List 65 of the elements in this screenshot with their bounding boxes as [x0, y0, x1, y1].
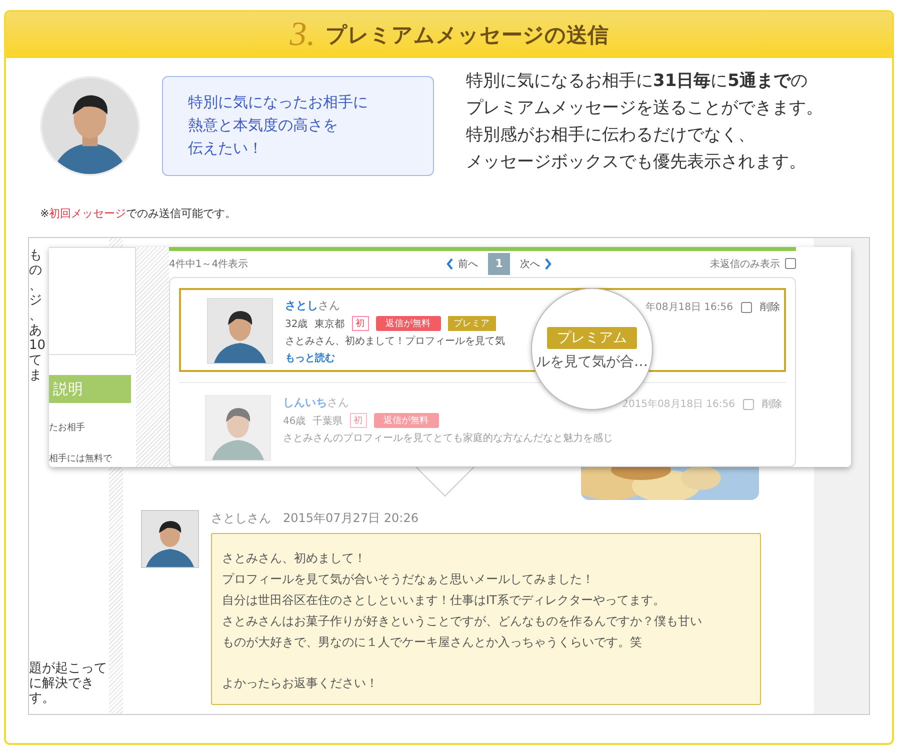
- page-text: も: [29, 248, 43, 263]
- delete-link[interactable]: 削除: [760, 300, 780, 314]
- description-text: 特別に気になるお相手に31日毎に5通までの: [466, 70, 809, 93]
- message-time: 2015年07月27日 20:26: [283, 510, 418, 527]
- row-checkbox[interactable]: [743, 398, 754, 410]
- page-number[interactable]: 1: [488, 252, 510, 275]
- chevron-left-icon: [446, 258, 454, 270]
- area-text: 千葉県: [312, 414, 343, 428]
- age-text: 46歳: [283, 414, 306, 428]
- page-text: 、: [29, 278, 43, 293]
- member-name[interactable]: しんいち: [283, 396, 327, 409]
- premium-tag: プレミアム: [547, 327, 637, 349]
- sidebar-text: たお相手: [49, 422, 86, 434]
- section-title: プレミアムメッセージの送信: [325, 22, 608, 49]
- first-tag: 初: [352, 316, 369, 331]
- message-text: ものが大好きで、男なのに１人でケーキ屋さんとか入っちゃうくらいです。笑: [222, 634, 643, 651]
- message-text: さとみさんはお菓子作りが好きということですが、どんなものを作るんですか？僕も甘い: [222, 613, 703, 630]
- page-text: て: [29, 353, 43, 368]
- filter-label: 未返信のみ表示: [710, 258, 780, 271]
- bubble-text: 伝えたい！: [188, 138, 264, 159]
- page-text: ジ: [29, 293, 43, 308]
- free-reply-tag: 返信が無料: [374, 413, 439, 428]
- prev-link[interactable]: 前へ: [446, 256, 478, 271]
- filter-checkbox[interactable]: [785, 258, 796, 270]
- message-preview: さとみさんのプロフィールを見てとても家庭的な方なんだなと魅力を感じ: [283, 432, 613, 445]
- bubble-text: 特別に気になったお相手に: [188, 92, 369, 113]
- message-text: よかったらお返事ください！: [222, 675, 379, 692]
- description-text: メッセージボックスでも優先表示されます。: [466, 151, 807, 174]
- honorific-text: さん: [318, 299, 340, 312]
- message-date: 2015年08月18日 16:56: [622, 398, 735, 411]
- age-text: 32歳: [285, 318, 308, 330]
- magnified-text: ルを見て気が合…: [536, 353, 648, 371]
- premium-tag: プレミア: [448, 316, 496, 331]
- message-text: さとみさん、初めまして！: [222, 550, 367, 567]
- free-reply-tag: 返信が無料: [376, 316, 441, 331]
- page-text: 、: [29, 308, 43, 323]
- page-text: 10: [29, 338, 47, 353]
- row-checkbox[interactable]: [741, 302, 752, 312]
- message-text: 自分は世田谷区在住のさとしといいます！仕事はIT系でディレクターやってます。: [222, 592, 666, 609]
- read-more-link[interactable]: もっと読む: [285, 351, 335, 365]
- next-link[interactable]: 次へ: [520, 256, 552, 271]
- honorific-text: さん: [327, 396, 349, 409]
- message-text: プロフィールを見て気が合いそうだなぁと思いメールしてみました！: [222, 571, 595, 588]
- result-count: 4件中1～4件表示: [169, 258, 248, 271]
- message-preview: さとみさん、初めまして！プロフィールを見て気: [285, 334, 505, 348]
- page-text: の: [29, 263, 43, 278]
- description-text: 特別感がお相手に伝わるだけでなく、: [466, 124, 756, 147]
- sidebar-text: 相手には無料で: [49, 452, 113, 465]
- delete-link[interactable]: 削除: [762, 397, 782, 411]
- sidebar-heading: 説明: [49, 375, 131, 403]
- page-text: あ: [29, 323, 43, 338]
- page-text: に解決でき: [29, 676, 95, 691]
- note-text: ※初回メッセージでのみ送信可能です。: [40, 206, 238, 221]
- page-text: 題が起こって: [29, 661, 108, 676]
- sender-name: さとしさん: [211, 510, 271, 527]
- message-date: 年08月18日 16:56: [646, 301, 733, 314]
- bubble-text: 熱意と本気度の高さを: [188, 115, 339, 136]
- description-text: プレミアムメッセージを送ることができます。: [466, 97, 823, 120]
- first-tag: 初: [350, 413, 367, 428]
- step-number: 3.: [290, 16, 316, 54]
- area-text: 東京都: [314, 318, 345, 330]
- chevron-right-icon: [544, 258, 552, 270]
- member-name[interactable]: さとし: [285, 299, 318, 312]
- page-text: す。: [29, 691, 56, 706]
- page-text: ま: [29, 368, 43, 383]
